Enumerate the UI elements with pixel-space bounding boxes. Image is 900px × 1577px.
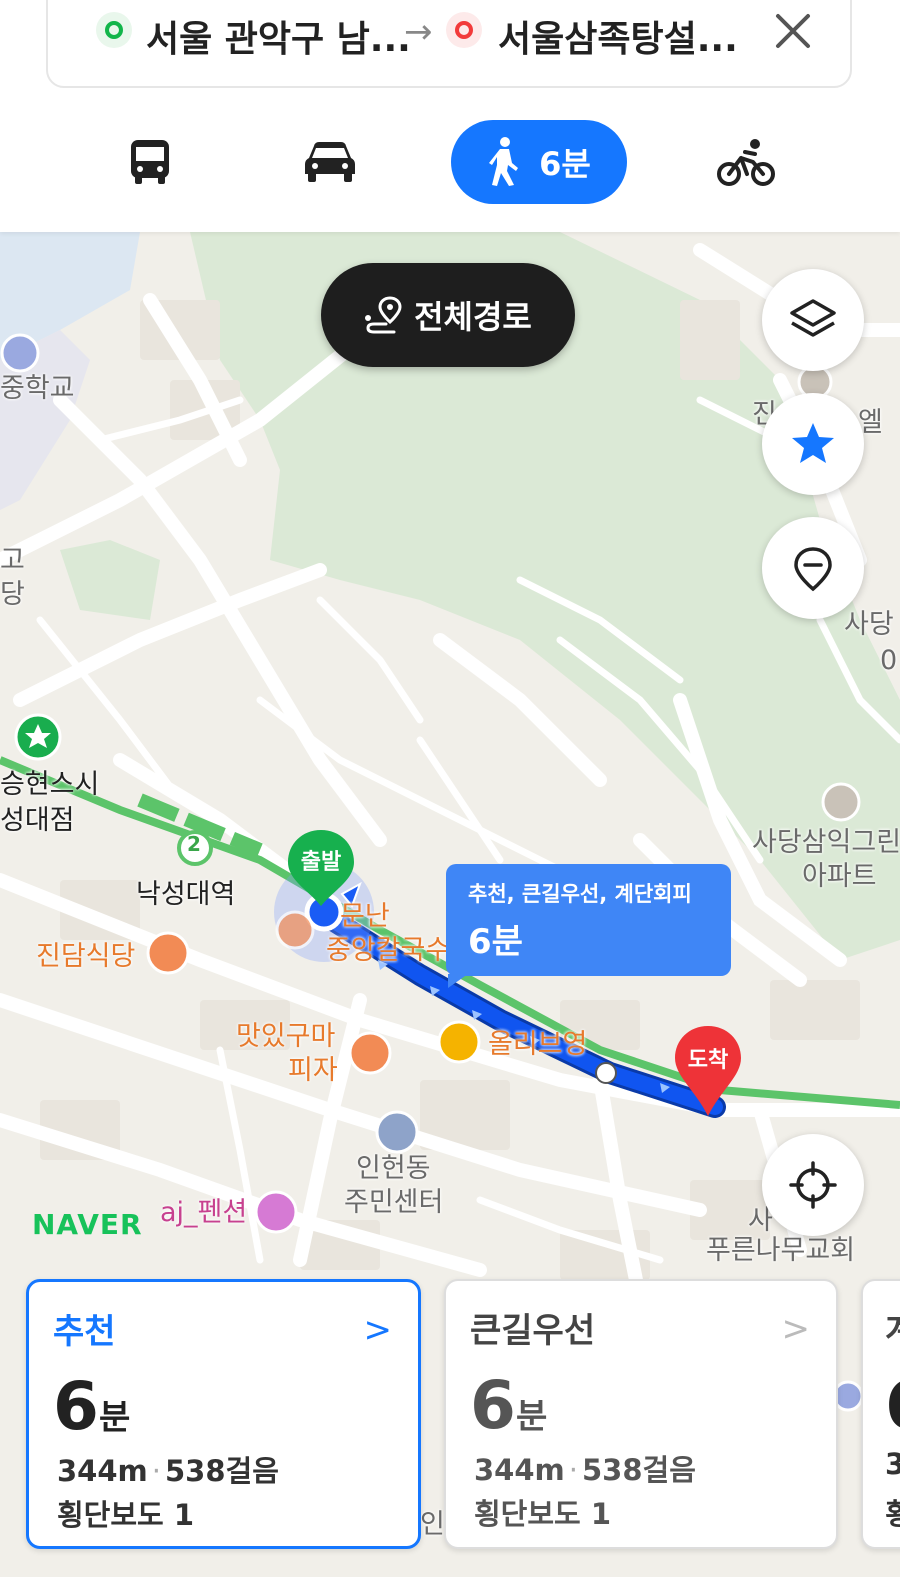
full-route-label: 전체경로: [414, 298, 532, 336]
naver-logo: NAVER: [32, 1208, 143, 1241]
route-tooltip[interactable]: 추천, 큰길우선, 계단회피 6분: [446, 864, 731, 988]
map-label-pension[interactable]: aj_펜션: [160, 1196, 247, 1230]
walking-person-icon: [489, 137, 519, 186]
map-label-station[interactable]: 낙성대역: [136, 878, 235, 912]
route-card-distance: 3: [885, 1447, 900, 1481]
map-label-community-line1[interactable]: 인헌동: [356, 1152, 431, 1186]
map-label-hall-top: 고: [0, 545, 25, 576]
route-card-distance: 344m · 538걸음: [57, 1454, 279, 1488]
layers-button[interactable]: [762, 269, 864, 371]
destination-text[interactable]: 서울삼족탕설...: [498, 10, 738, 62]
route-card-stairs-avoid[interactable]: 계 6 3 횡: [861, 1279, 900, 1549]
route-pin-icon: [365, 296, 402, 334]
bus-icon: [131, 140, 169, 184]
map-label-church-line2[interactable]: 푸른나무교회: [706, 1234, 855, 1268]
map-label-bottom-partial: 인: [420, 1509, 445, 1540]
map-label-hall-bottom: 당: [0, 579, 25, 610]
map-label-apt-line2[interactable]: 아파트: [802, 860, 877, 894]
mode-bus-button[interactable]: [110, 120, 190, 204]
mode-bike-button[interactable]: [706, 120, 786, 204]
subway-line-number: 2: [187, 832, 201, 856]
map-label-school: 중학교: [0, 373, 75, 404]
map-pin-icon: [794, 547, 832, 592]
map-label-pizza-line1[interactable]: 맛있구마: [236, 1020, 335, 1054]
map-label-restaurant[interactable]: 진담식당: [36, 940, 135, 974]
route-card-name: 추천: [53, 1312, 116, 1352]
origin-dot-icon: [96, 12, 132, 48]
full-route-button[interactable]: 전체경로: [321, 263, 575, 367]
origin-text[interactable]: 서울 관악구 남...: [146, 10, 411, 62]
tooltip-route-time: 6분: [468, 922, 523, 962]
mode-walk-button[interactable]: 6분: [451, 120, 627, 204]
current-location-button[interactable]: [762, 1134, 864, 1236]
mode-car-button[interactable]: [290, 120, 370, 204]
route-card-distance: 344m · 538걸음: [474, 1453, 696, 1487]
chevron-right-icon: >: [781, 1309, 811, 1349]
map-label-noodle-line2[interactable]: 중앙칼국수: [326, 934, 450, 968]
bicycle-icon: [717, 139, 775, 186]
chevron-right-icon: >: [363, 1310, 393, 1350]
destination-dot-icon: [446, 12, 482, 48]
start-marker-label: 출발: [300, 850, 342, 875]
close-icon[interactable]: [770, 8, 816, 54]
walk-time-label: 6분: [539, 145, 591, 183]
route-card-time: 6분: [53, 1368, 131, 1445]
end-marker[interactable]: 도착: [673, 1024, 743, 1116]
pin-location-button[interactable]: [762, 517, 864, 619]
route-card-name: 큰길우선: [470, 1311, 596, 1351]
car-icon: [305, 142, 355, 182]
route-card-crosswalk: 횡단보도 1: [474, 1497, 611, 1531]
route-card-crosswalk: 횡: [885, 1497, 900, 1531]
crosshair-icon: [789, 1161, 837, 1209]
favorites-button[interactable]: [762, 393, 864, 495]
route-card-main-road[interactable]: 큰길우선 > 6분 344m · 538걸음 횡단보도 1: [444, 1279, 838, 1549]
route-search-box[interactable]: 서울 관악구 남... → 서울삼족탕설...: [46, 0, 852, 88]
map-label-store-line2[interactable]: 성대점: [0, 804, 75, 838]
route-card-name: 계: [885, 1303, 900, 1352]
end-marker-label: 도착: [687, 1048, 729, 1073]
route-arrow-icon: →: [404, 12, 433, 52]
route-card-time: 6분: [470, 1367, 548, 1444]
route-card-time: 6: [885, 1367, 900, 1444]
route-card-crosswalk: 횡단보도 1: [57, 1498, 194, 1532]
map-label-community-line2[interactable]: 주민센터: [344, 1186, 443, 1220]
top-bar: 서울 관악구 남... → 서울삼족탕설... 6분: [0, 0, 900, 232]
star-icon: [792, 423, 834, 463]
map-label-sadang-top: 사당: [844, 609, 894, 640]
tooltip-route-tags: 추천, 큰길우선, 계단회피: [468, 882, 692, 906]
route-card-recommended[interactable]: 추천 > 6분 344m · 538걸음 횡단보도 1: [26, 1279, 421, 1549]
map-label-olive[interactable]: 올리브영: [488, 1028, 587, 1062]
map-label-apt-line1[interactable]: 사당삼익그린: [752, 826, 900, 860]
map-label-sadang-top2: 0: [880, 645, 898, 676]
start-marker[interactable]: 출발: [286, 828, 356, 906]
map-label-store-line1[interactable]: 승현스시: [0, 768, 99, 802]
layers-icon: [790, 299, 836, 337]
map-label-pizza-line2[interactable]: 피자: [288, 1054, 338, 1088]
